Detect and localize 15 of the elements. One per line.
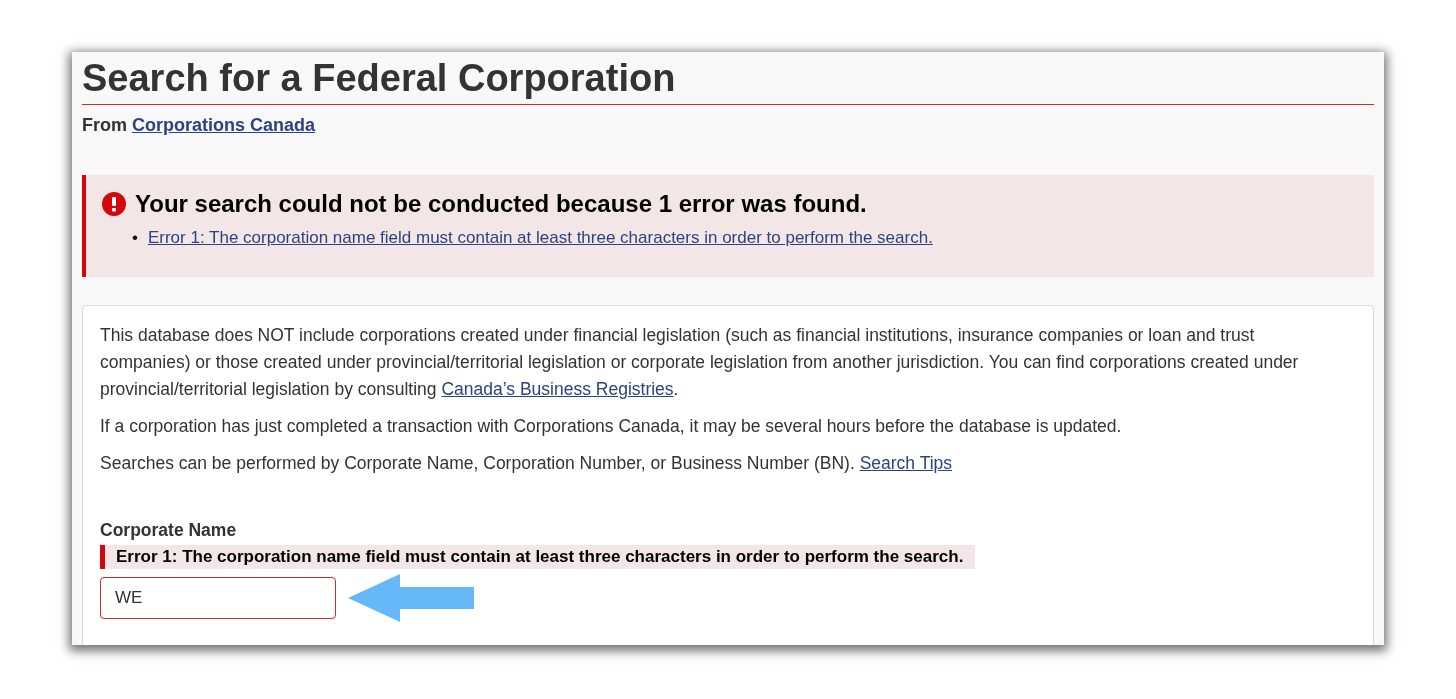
- error-link[interactable]: Error 1: The corporation name field must contain at least three characters in order to perform the search.: [147, 228, 933, 248]
- error-heading: Your search could not be conducted because 1 error was found.: [135, 190, 867, 218]
- info-paragraph: If a corporation has just completed a transaction with Corporations Canada, it may be several hours before the database is updated.: [100, 415, 1123, 438]
- source-label: From: [82, 115, 128, 135]
- error-icon: [102, 192, 126, 216]
- info-link[interactable]: Canada’s Business Registries: [441, 379, 674, 399]
- bullet: •: [132, 228, 138, 248]
- source-link[interactable]: Corporations Canada: [132, 115, 316, 135]
- page-title: Search for a Federal Corporation: [82, 52, 1374, 105]
- info-paragraph: Searches can be performed by Corporate Name, Corporation Number, or Business Number (BN). Search Tips: [100, 452, 954, 475]
- corporate-name-field[interactable]: WE: [100, 577, 336, 619]
- field-label: Corporate Name: [100, 520, 238, 541]
- info-link[interactable]: Search Tips: [859, 453, 953, 473]
- info-paragraph: This database does NOT include corporations created under financial legislation (such as financial institutions, insurance companies or loan and trust companies) or those created under provincial/territorial legislation or corporate legislation from another jurisdiction. You can find corporations created under provincial/territorial legislation by consulting Canada’s Business Registries.: [100, 324, 1300, 401]
- field-error-message: Error 1: The corporation name field must contain at least three characters in order to perform the search.: [100, 545, 976, 569]
